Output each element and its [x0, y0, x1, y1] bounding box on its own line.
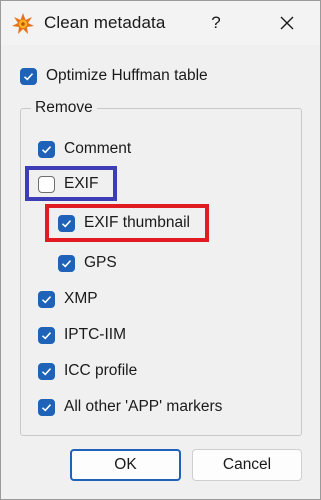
comment-label: Comment: [64, 140, 132, 157]
xmp-checkbox[interactable]: XMP: [38, 288, 98, 310]
checkbox-checked-icon: [58, 254, 75, 272]
ok-button[interactable]: OK: [70, 449, 181, 481]
title-bar: Clean metadata ?: [1, 1, 320, 45]
remove-group-label: Remove: [31, 99, 97, 117]
checkbox-checked-icon: [38, 398, 55, 416]
window-title: Clean metadata: [44, 13, 166, 32]
icc-profile-label: ICC profile: [64, 362, 138, 379]
exif-highlight-box: [25, 166, 117, 201]
checkbox-checked-icon: [38, 290, 55, 308]
clean-metadata-dialog: Clean metadata ? Optimize Huffman table …: [0, 0, 321, 500]
xmp-label: XMP: [64, 290, 98, 307]
all-other-app-markers-label: All other 'APP' markers: [64, 398, 223, 415]
xnview-app-icon: [12, 13, 34, 34]
close-button[interactable]: [263, 1, 311, 45]
comment-checkbox[interactable]: Comment: [38, 138, 131, 160]
checkbox-checked-icon: [38, 326, 55, 344]
help-button[interactable]: ?: [193, 1, 239, 45]
checkbox-checked-icon: [20, 67, 37, 85]
checkbox-checked-icon: [38, 140, 55, 158]
gps-checkbox[interactable]: GPS: [58, 252, 117, 274]
close-icon: [280, 16, 294, 30]
all-other-app-markers-checkbox[interactable]: All other 'APP' markers: [38, 396, 222, 418]
optimize-huffman-label: Optimize Huffman table: [46, 67, 208, 84]
iptc-iim-label: IPTC-IIM: [64, 326, 126, 343]
icc-profile-checkbox[interactable]: ICC profile: [38, 360, 137, 382]
cancel-button[interactable]: Cancel: [192, 449, 302, 481]
optimize-huffman-checkbox[interactable]: Optimize Huffman table: [20, 65, 208, 87]
gps-label: GPS: [84, 254, 117, 271]
exif-thumbnail-highlight-box: [45, 204, 209, 242]
iptc-iim-checkbox[interactable]: IPTC-IIM: [38, 324, 126, 346]
help-icon: ?: [211, 13, 221, 32]
checkbox-checked-icon: [38, 362, 55, 380]
